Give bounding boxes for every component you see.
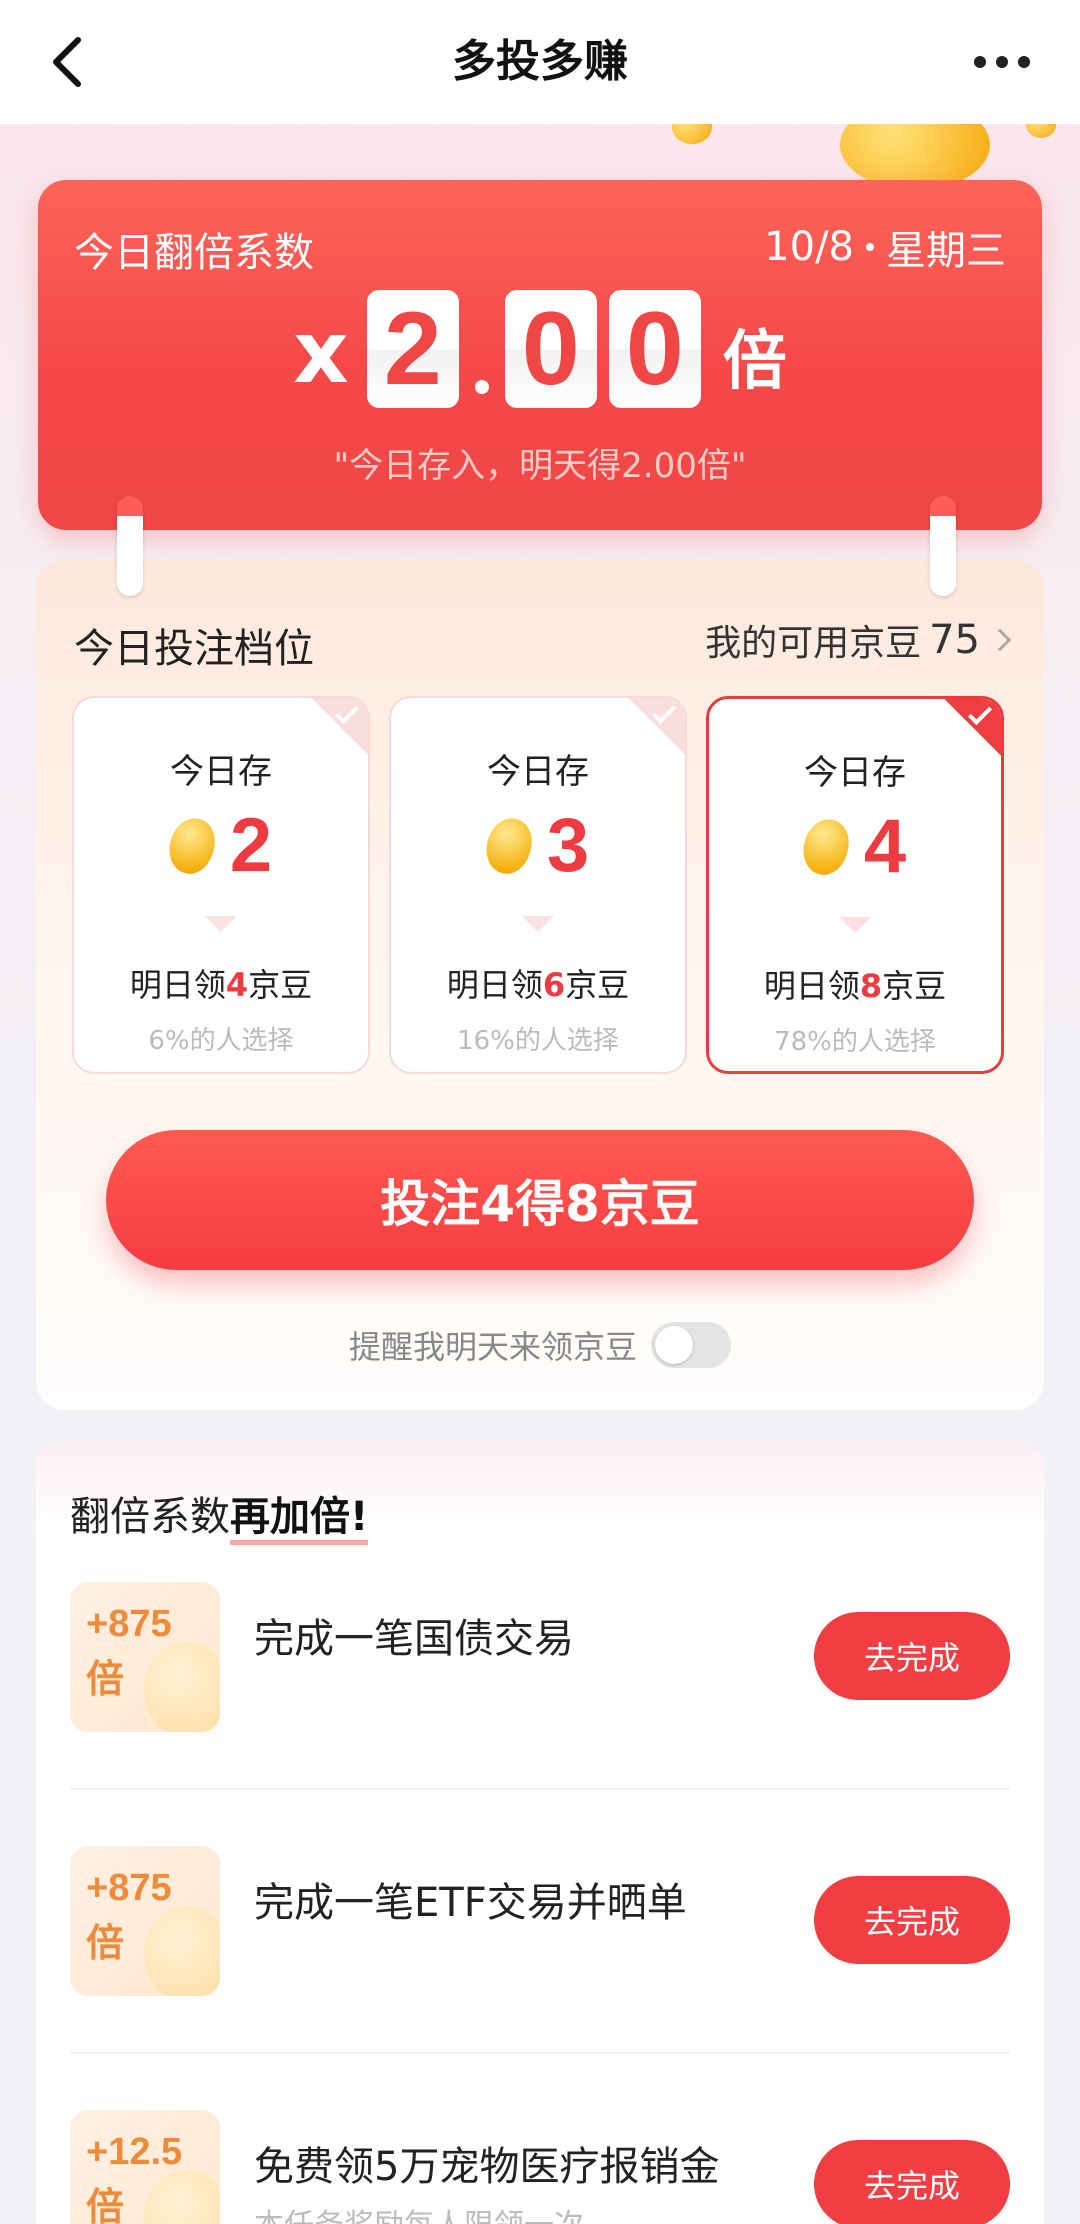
tier-amount-value: 4 <box>863 804 907 889</box>
badge-value: +12.5 <box>86 2131 183 2173</box>
multiplier-note: "今日存入，明天得2.00倍" <box>333 446 747 486</box>
tier-reward: 明日领6京豆 <box>391 960 685 1006</box>
tasks-title-prefix: 翻倍系数 <box>70 1494 230 1540</box>
tier-amount: 4 <box>709 803 1001 890</box>
task-badge: +12.5 倍 <box>70 2110 220 2224</box>
weekday-text: 星期三 <box>886 228 1006 274</box>
date-display: 10/8 星期三 <box>764 218 1006 276</box>
badge-unit: 倍 <box>86 1659 125 1701</box>
task-badge-text: +875 倍 <box>86 1596 172 1708</box>
tier-popularity: 6%的人选择 <box>148 1026 294 1056</box>
more-options-button[interactable] <box>962 30 1042 94</box>
reminder-label: 提醒我明天来领京豆 <box>348 1328 637 1366</box>
arrow-down-icon <box>522 916 554 932</box>
reward-prefix: 明日领 <box>129 966 226 1004</box>
task-name: 完成一笔ETF交易并晒单 <box>254 1880 687 1926</box>
decimal-point <box>474 380 489 394</box>
badge-unit: 倍 <box>86 2187 125 2224</box>
divider <box>70 2052 1010 2054</box>
date-text: 10/8 <box>764 224 854 270</box>
multiplier-unit: 倍 <box>722 325 787 399</box>
reward-value: 6 <box>542 966 566 1004</box>
tier-amount: 3 <box>391 802 685 889</box>
reminder-toggle[interactable] <box>651 1322 731 1368</box>
page-title: 多投多赚 <box>452 36 628 87</box>
multiplier-prefix: x <box>293 303 349 403</box>
multiplier-banner: 今日翻倍系数 10/8 星期三 x 2 0 0 倍 "今日存入，明天得2.00倍… <box>38 180 1042 530</box>
bet-panel: 今日投注档位 我的可用京豆 75 今日存 2 明日领4京豆 6%的人选择 今日存… <box>36 560 1044 1410</box>
badge-value: +875 <box>86 1603 172 1645</box>
divider <box>70 1788 1010 1790</box>
toggle-knob <box>655 1326 693 1364</box>
reward-value: 4 <box>225 966 249 1004</box>
tier-label: 今日存 <box>170 752 272 792</box>
tier-amount-value: 3 <box>546 803 590 888</box>
reminder-row: 提醒我明天来领京豆 <box>36 1322 1044 1368</box>
reward-value: 8 <box>859 967 883 1005</box>
multiplier-digit: 0 <box>504 290 597 408</box>
task-complete-button[interactable]: 去完成 <box>814 1612 1010 1700</box>
tasks-title-emphasis: 再加倍! <box>230 1494 369 1545</box>
task-item: +875 倍 完成一笔ETF交易并晒单 去完成 <box>70 1846 1010 2006</box>
task-badge: +875 倍 <box>70 1846 220 1996</box>
top-bar: 多投多赚 <box>0 0 1080 124</box>
tier-reward: 明日领8京豆 <box>709 961 1001 1007</box>
tasks-title: 翻倍系数再加倍! <box>70 1484 369 1545</box>
task-complete-button[interactable]: 去完成 <box>814 1876 1010 1964</box>
task-name: 免费领5万宠物医疗报销金 <box>254 2144 720 2190</box>
task-name: 完成一笔国债交易 <box>254 1616 574 1662</box>
reward-suffix: 京豆 <box>248 966 313 1004</box>
tier-card-2[interactable]: 今日存 2 明日领4京豆 6%的人选择 <box>72 696 370 1074</box>
tier-card-3[interactable]: 今日存 3 明日领6京豆 16%的人选择 <box>389 696 687 1074</box>
reward-suffix: 京豆 <box>565 966 630 1004</box>
task-item: +875 倍 完成一笔国债交易 去完成 <box>70 1582 1010 1742</box>
multiplier-digit: 2 <box>366 290 459 408</box>
arrow-down-icon <box>839 917 871 933</box>
badge-value: +875 <box>86 1867 172 1909</box>
tasks-panel: 翻倍系数再加倍! +875 倍 完成一笔国债交易 去完成 +875 倍 完成一笔ET… <box>36 1440 1044 2224</box>
available-beans-count: 75 <box>929 617 980 663</box>
separator-dot <box>866 243 874 251</box>
task-badge-text: +875 倍 <box>86 1860 172 1972</box>
multiplier-value: x 2 0 0 倍 <box>38 290 1042 408</box>
reward-prefix: 明日领 <box>763 967 860 1005</box>
place-bet-button[interactable]: 投注4得8京豆 <box>106 1130 974 1270</box>
chevron-right-icon <box>988 628 1012 652</box>
tier-popularity: 78%的人选择 <box>774 1027 936 1057</box>
tier-amount-value: 2 <box>229 803 273 888</box>
available-beans-link[interactable]: 我的可用京豆 75 <box>705 614 1012 666</box>
tier-card-4[interactable]: 今日存 4 明日领8京豆 78%的人选择 <box>706 696 1004 1074</box>
multiplier-digit: 0 <box>608 290 701 408</box>
task-item: +12.5 倍 免费领5万宠物医疗报销金 本任务奖励每人限领一次 去完成 <box>70 2110 1010 2224</box>
hanger-peg <box>930 496 956 596</box>
tier-label: 今日存 <box>487 752 589 792</box>
bean-icon <box>479 812 539 879</box>
reward-prefix: 明日领 <box>446 966 543 1004</box>
tier-amount: 2 <box>74 802 368 889</box>
arrow-down-icon <box>205 916 237 932</box>
hanger-peg <box>117 496 143 596</box>
bet-title: 今日投注档位 <box>74 626 314 672</box>
badge-unit: 倍 <box>86 1923 125 1965</box>
task-badge: +875 倍 <box>70 1582 220 1732</box>
tier-reward: 明日领4京豆 <box>74 960 368 1006</box>
task-subtitle: 本任务奖励每人限领一次 <box>254 2200 584 2224</box>
tier-label: 今日存 <box>804 753 906 793</box>
bean-icon <box>162 812 222 879</box>
tier-popularity: 16%的人选择 <box>457 1026 619 1056</box>
tier-list: 今日存 2 明日领4京豆 6%的人选择 今日存 3 明日领6京豆 16%的人选择 <box>72 696 1008 1076</box>
reward-suffix: 京豆 <box>882 967 947 1005</box>
available-beans-label: 我的可用京豆 <box>705 623 922 664</box>
more-dots-icon <box>974 56 986 68</box>
task-complete-button[interactable]: 去完成 <box>814 2140 1010 2224</box>
bean-icon <box>796 813 856 880</box>
task-badge-text: +12.5 倍 <box>86 2124 182 2224</box>
multiplier-label: 今日翻倍系数 <box>74 230 314 276</box>
